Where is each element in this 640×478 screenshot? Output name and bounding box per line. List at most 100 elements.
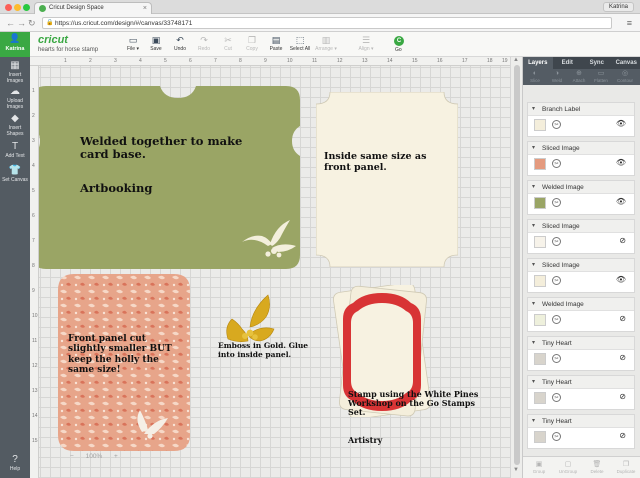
forward-icon[interactable]: → xyxy=(17,17,26,29)
note-artistry[interactable]: Artistry xyxy=(348,435,382,445)
layer-header[interactable]: ▾ Tiny Heart xyxy=(528,376,634,389)
layer-item[interactable]: ▾ Welded Image ✂ 👁 xyxy=(527,180,635,215)
maximize-window-icon[interactable] xyxy=(23,4,30,11)
note-emboss[interactable]: Emboss in Gold. Glue into inside panel. xyxy=(218,341,318,359)
contour-button[interactable]: ◎ Contour xyxy=(615,70,635,83)
tab-canvas[interactable]: Canvas xyxy=(612,57,640,69)
layer-item[interactable]: ▾ Tiny Heart ✂ ⊘ xyxy=(527,375,635,410)
help-button[interactable]: ? Help xyxy=(0,454,30,472)
insert-images-button[interactable]: ▦ Insert Images xyxy=(0,60,30,84)
go-button[interactable]: C xyxy=(394,36,404,46)
layer-item[interactable]: ▾ Sliced Image ✂ ⊘ xyxy=(527,219,635,254)
layer-thumbnail[interactable] xyxy=(534,314,546,326)
note-artbooking[interactable]: Artbooking xyxy=(80,181,152,195)
inside-panel[interactable] xyxy=(316,92,458,267)
attach-button[interactable]: ⊕ Attach xyxy=(569,70,589,83)
save-button[interactable]: ▣ Save xyxy=(143,34,169,53)
close-window-icon[interactable] xyxy=(5,4,12,11)
eye-hidden-icon[interactable]: ⊘ xyxy=(619,431,626,441)
tab-edit[interactable]: Edit xyxy=(553,57,583,69)
weld-button[interactable]: ◑ Weld xyxy=(547,70,567,83)
tab-layers[interactable]: Layers xyxy=(523,57,553,69)
eye-hidden-icon[interactable]: ⊘ xyxy=(619,314,626,324)
back-icon[interactable]: ← xyxy=(6,17,15,29)
canvas-scrollbar[interactable]: ▲ ▼ xyxy=(510,57,522,478)
layer-thumbnail[interactable] xyxy=(534,119,546,131)
chevron-down-icon[interactable]: ▾ xyxy=(532,103,535,116)
browser-tab[interactable]: Cricut Design Space × xyxy=(34,2,152,14)
set-canvas-button[interactable]: 👕 Set Canvas xyxy=(0,165,30,183)
layer-header[interactable]: ▾ Sliced Image xyxy=(528,220,634,233)
browser-user[interactable]: Katrina xyxy=(602,2,634,12)
layer-header[interactable]: ▾ Welded Image xyxy=(528,298,634,311)
note-welded[interactable]: Welded together to make card base. xyxy=(80,134,270,161)
upload-images-button[interactable]: ☁ Upload Images xyxy=(0,86,30,110)
ungroup-button[interactable]: ▢ UnGroup xyxy=(554,460,582,475)
layer-thumbnail[interactable] xyxy=(534,431,546,443)
insert-shapes-button[interactable]: ◆ Insert Shapes xyxy=(0,113,30,137)
eye-icon[interactable]: 👁 xyxy=(616,275,626,285)
chevron-down-icon[interactable]: ▾ xyxy=(532,259,535,272)
chevron-down-icon[interactable]: ▾ xyxy=(532,415,535,428)
cut-attribute-icon[interactable]: ✂ xyxy=(552,159,561,168)
reload-icon[interactable]: ↻ xyxy=(28,17,36,29)
layer-item[interactable]: ▾ Tiny Heart ✂ ⊘ xyxy=(527,414,635,449)
layer-item[interactable]: ▾ Sliced Image ✂ 👁 xyxy=(527,258,635,293)
add-text-button[interactable]: T Add Text xyxy=(0,141,30,159)
user-menu[interactable]: 👤 Katrina xyxy=(0,32,30,57)
layer-thumbnail[interactable] xyxy=(534,353,546,365)
delete-button[interactable]: 🗑 Delete xyxy=(583,460,611,475)
group-button[interactable]: ▣ Group xyxy=(525,460,553,475)
slice-button[interactable]: ◐ Slice xyxy=(525,70,545,83)
layer-header[interactable]: ▾ Sliced Image xyxy=(528,259,634,272)
browser-menu-icon[interactable]: ≡ xyxy=(627,17,632,29)
align-button[interactable]: ☰ Align ▾ xyxy=(353,34,379,53)
cut-attribute-icon[interactable]: ✂ xyxy=(552,393,561,402)
zoom-in-button[interactable]: + xyxy=(114,453,118,460)
chevron-down-icon[interactable]: ▾ xyxy=(532,376,535,389)
scroll-up-icon[interactable]: ▲ xyxy=(513,57,519,63)
layer-thumbnail[interactable] xyxy=(534,197,546,209)
cut-attribute-icon[interactable]: ✂ xyxy=(552,120,561,129)
note-stamp[interactable]: Stamp using the White Pines Workshop on … xyxy=(348,389,490,418)
zoom-out-button[interactable]: − xyxy=(70,453,74,460)
eye-hidden-icon[interactable]: ⊘ xyxy=(619,392,626,402)
chevron-down-icon[interactable]: ▾ xyxy=(532,220,535,233)
layer-thumbnail[interactable] xyxy=(534,275,546,287)
cut-attribute-icon[interactable]: ✂ xyxy=(552,432,561,441)
arrange-button[interactable]: ▥ Arrange ▾ xyxy=(313,34,339,53)
duplicate-button[interactable]: ❐ Duplicate xyxy=(612,460,640,475)
layer-thumbnail[interactable] xyxy=(534,392,546,404)
undo-button[interactable]: ↶ Undo xyxy=(167,34,193,53)
minimize-window-icon[interactable] xyxy=(14,4,21,11)
layer-item[interactable]: ▾ Branch Label ✂ 👁 xyxy=(527,102,635,137)
url-field[interactable]: 🔒 https://us.cricut.com/design/#/canvas/… xyxy=(42,17,612,29)
eye-icon[interactable]: 👁 xyxy=(616,158,626,168)
close-tab-icon[interactable]: × xyxy=(143,3,147,14)
chevron-down-icon[interactable]: ▾ xyxy=(532,181,535,194)
design-canvas[interactable]: Welded together to make card base. Artbo… xyxy=(30,57,510,478)
layer-item[interactable]: ▾ Sliced Image ✂ 👁 xyxy=(527,141,635,176)
cut-attribute-icon[interactable]: ✂ xyxy=(552,354,561,363)
layer-item[interactable]: ▾ Welded Image ✂ ⊘ xyxy=(527,297,635,332)
gold-holly[interactable] xyxy=(220,289,292,345)
cut-attribute-icon[interactable]: ✂ xyxy=(552,315,561,324)
cut-attribute-icon[interactable]: ✂ xyxy=(552,237,561,246)
eye-icon[interactable]: 👁 xyxy=(616,119,626,129)
chevron-down-icon[interactable]: ▾ xyxy=(532,142,535,155)
cut-button[interactable]: ✂ Cut xyxy=(215,34,241,53)
flatten-button[interactable]: ▭ Flatten xyxy=(591,70,611,83)
paste-button[interactable]: ▤ Paste xyxy=(263,34,289,53)
chevron-down-icon[interactable]: ▾ xyxy=(532,298,535,311)
note-front[interactable]: Front panel cut slightly smaller BUT kee… xyxy=(68,334,186,375)
eye-icon[interactable]: 👁 xyxy=(616,197,626,207)
layer-header[interactable]: ▾ Branch Label xyxy=(528,103,634,116)
welded-card-base[interactable] xyxy=(32,86,300,269)
copy-button[interactable]: ❐ Copy xyxy=(239,34,265,53)
scrollbar-thumb[interactable] xyxy=(514,65,520,465)
chevron-down-icon[interactable]: ▾ xyxy=(532,337,535,350)
layer-thumbnail[interactable] xyxy=(534,158,546,170)
layer-header[interactable]: ▾ Tiny Heart xyxy=(528,415,634,428)
redo-button[interactable]: ↷ Redo xyxy=(191,34,217,53)
layer-item[interactable]: ▾ Tiny Heart ✂ ⊘ xyxy=(527,336,635,371)
